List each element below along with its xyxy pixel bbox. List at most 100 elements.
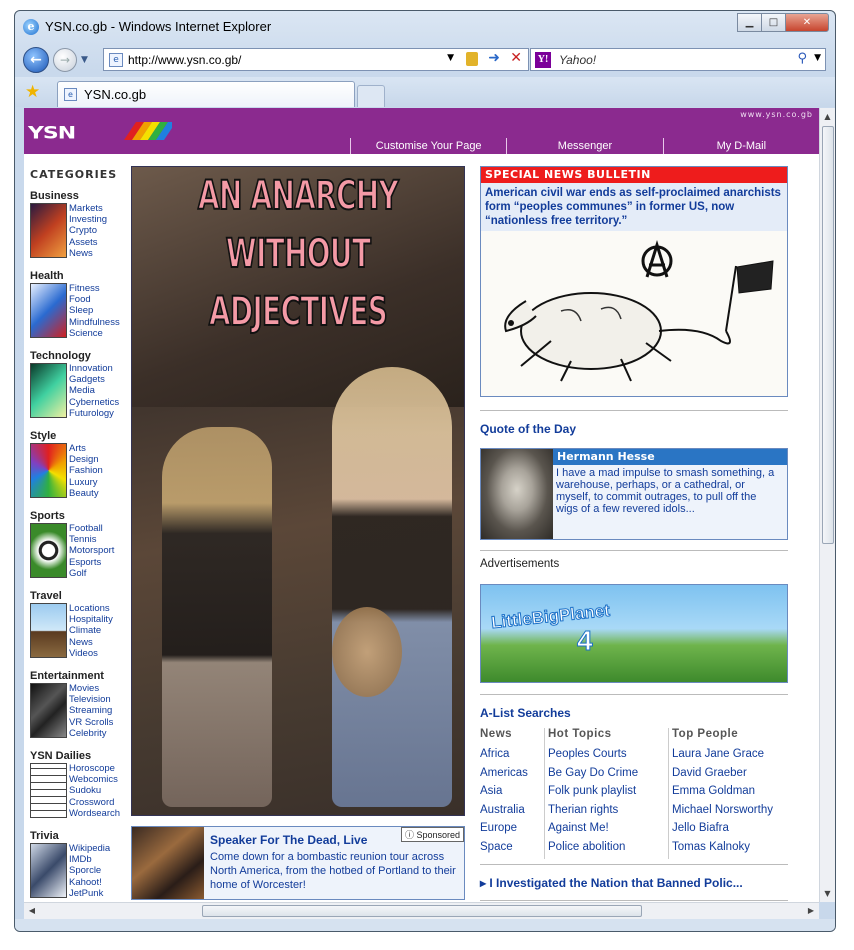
hero-image[interactable]: AN ANARCHY WITHOUT ADJECTIVES <box>131 166 465 816</box>
quote-author[interactable]: Hermann Hesse <box>553 449 787 465</box>
category-link[interactable]: Motorsport <box>69 545 114 556</box>
category-link[interactable]: Assets <box>69 237 107 248</box>
alist-link[interactable]: Be Gay Do Crime <box>548 767 668 786</box>
category-link[interactable]: Cybernetics <box>69 397 119 408</box>
category-link[interactable]: Streaming <box>69 705 113 716</box>
alist-link[interactable]: Police abolition <box>548 841 668 860</box>
category-link[interactable]: IMDb <box>69 854 110 865</box>
scroll-down-icon[interactable]: ▼ <box>820 885 835 902</box>
alist-link[interactable]: Americas <box>480 767 544 786</box>
sponsored-card[interactable]: ⓘ Sponsored Speaker For The Dead, Live C… <box>131 826 465 900</box>
alist-link[interactable]: Therian rights <box>548 804 668 823</box>
sponsored-image[interactable] <box>132 827 204 899</box>
bulletin-text[interactable]: American civil war ends as self-proclaim… <box>481 183 787 231</box>
alist-link[interactable]: David Graeber <box>672 767 790 786</box>
category-title[interactable]: Health <box>30 270 130 283</box>
category-link[interactable]: Mindfulness <box>69 317 120 328</box>
close-button[interactable]: ✕ <box>785 13 829 32</box>
vertical-scrollbar[interactable]: ▲ ▼ <box>819 108 835 902</box>
stop-icon[interactable]: ✕ <box>510 50 522 66</box>
scroll-left-icon[interactable]: ◀ <box>24 903 40 919</box>
new-tab-button[interactable] <box>357 85 385 107</box>
hscroll-thumb[interactable] <box>202 905 642 917</box>
category-link[interactable]: Kahoot! <box>69 877 110 888</box>
search-input[interactable]: Yahoo! <box>559 53 596 67</box>
category-link[interactable]: Luxury <box>69 477 103 488</box>
category-thumbnail[interactable] <box>30 603 67 658</box>
alist-link[interactable]: Africa <box>480 748 544 767</box>
category-link[interactable]: Movies <box>69 683 113 694</box>
category-link[interactable]: Television <box>69 694 113 705</box>
advertisement-banner[interactable]: LittleBigPlanet 4 <box>480 584 788 683</box>
category-link[interactable]: Hospitality <box>69 614 113 625</box>
alist-link[interactable]: Tomas Kalnoky <box>672 841 790 860</box>
alist-link[interactable]: Peoples Courts <box>548 748 668 767</box>
alist-link[interactable]: Australia <box>480 804 544 823</box>
search-icon[interactable]: ⚲ <box>797 51 807 66</box>
quote-card[interactable]: Hermann Hesse I have a mad impulse to sm… <box>480 448 788 540</box>
alist-link[interactable]: Jello Biafra <box>672 822 790 841</box>
category-title[interactable]: Technology <box>30 350 130 363</box>
category-thumbnail[interactable] <box>30 443 67 498</box>
alist-link[interactable]: Michael Norsworthy <box>672 804 790 823</box>
category-title[interactable]: Trivia <box>30 830 130 843</box>
category-title[interactable]: Style <box>30 430 130 443</box>
alist-link[interactable]: Laura Jane Grace <box>672 748 790 767</box>
category-link[interactable]: Webcomics <box>69 774 120 785</box>
category-link[interactable]: Celebrity <box>69 728 113 739</box>
category-link[interactable]: Locations <box>69 603 113 614</box>
category-link[interactable]: Arts <box>69 443 103 454</box>
category-link[interactable]: Design <box>69 454 103 465</box>
lock-icon[interactable] <box>466 52 478 66</box>
alist-link[interactable]: Emma Goldman <box>672 785 790 804</box>
category-link[interactable]: Wikipedia <box>69 843 110 854</box>
alist-link[interactable]: Asia <box>480 785 544 804</box>
category-link[interactable]: Videos <box>69 648 113 659</box>
category-link[interactable]: Fitness <box>69 283 120 294</box>
site-logo[interactable]: YSN <box>28 124 76 143</box>
category-link[interactable]: Food <box>69 294 120 305</box>
category-link[interactable]: Golf <box>69 568 114 579</box>
category-thumbnail[interactable] <box>30 763 67 818</box>
favorites-star-icon[interactable]: ★ <box>25 82 40 102</box>
minimize-button[interactable]: ▁ <box>737 13 762 32</box>
category-link[interactable]: Climate <box>69 625 113 636</box>
category-thumbnail[interactable] <box>30 843 67 898</box>
maximize-button[interactable]: □ <box>761 13 786 32</box>
category-title[interactable]: Sports <box>30 510 130 523</box>
category-link[interactable]: Sporcle <box>69 865 110 876</box>
category-title[interactable]: YSN Dailies <box>30 750 130 763</box>
nav-messenger[interactable]: Messenger <box>506 138 662 154</box>
possum-flag-drawing[interactable] <box>481 231 787 396</box>
sponsored-title[interactable]: Speaker For The Dead, Live <box>210 833 367 847</box>
author-portrait[interactable] <box>481 449 553 539</box>
scroll-thumb[interactable] <box>822 126 834 544</box>
category-link[interactable]: Innovation <box>69 363 119 374</box>
search-box[interactable]: Y! Yahoo! ⚲ ▼ <box>530 48 826 71</box>
category-link[interactable]: JetPunk <box>69 888 110 899</box>
category-link[interactable]: News <box>69 637 113 648</box>
category-link[interactable]: Futurology <box>69 408 119 419</box>
category-title[interactable]: Entertainment <box>30 670 130 683</box>
scroll-up-icon[interactable]: ▲ <box>820 108 835 125</box>
category-thumbnail[interactable] <box>30 203 67 258</box>
category-title[interactable]: Travel <box>30 590 130 603</box>
category-link[interactable]: Horoscope <box>69 763 120 774</box>
back-button[interactable]: ← <box>23 47 49 73</box>
category-link[interactable]: Football <box>69 523 114 534</box>
recent-pages-dropdown[interactable]: ▼ <box>81 55 88 65</box>
investigation-link[interactable]: ▸ I Investigated the Nation that Banned … <box>480 876 743 890</box>
nav-dmail[interactable]: My D-Mail <box>662 138 819 154</box>
go-icon[interactable]: ➜ <box>488 50 500 66</box>
category-link[interactable]: Sleep <box>69 305 120 316</box>
category-link[interactable]: VR Scrolls <box>69 717 113 728</box>
search-options-icon[interactable]: ▼ <box>814 53 821 63</box>
address-input[interactable]: http://www.ysn.co.gb/ <box>128 53 241 67</box>
category-link[interactable]: Fashion <box>69 465 103 476</box>
address-dropdown-icon[interactable]: ▼ <box>447 53 454 63</box>
nav-customise[interactable]: Customise Your Page <box>350 138 506 154</box>
alist-link[interactable]: Folk punk playlist <box>548 785 668 804</box>
scroll-right-icon[interactable]: ▶ <box>803 903 819 919</box>
horizontal-scrollbar[interactable]: ◀ ▶ <box>24 902 819 919</box>
category-link[interactable]: Esports <box>69 557 114 568</box>
